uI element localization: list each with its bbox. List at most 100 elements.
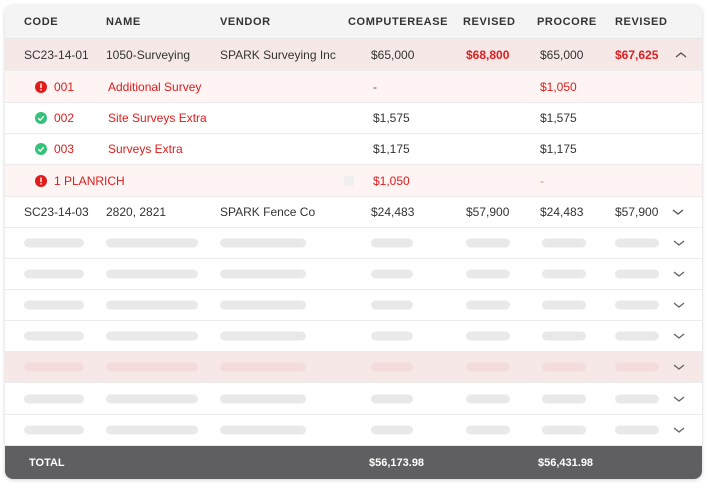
- chevron-down-icon[interactable]: [672, 300, 686, 310]
- skeleton-placeholder: [106, 362, 198, 372]
- row-vendor: SPARK Fence Co: [220, 205, 316, 219]
- skeleton-placeholder: [542, 331, 586, 341]
- skeleton-placeholder: [371, 238, 413, 248]
- skeleton-placeholder: [466, 362, 510, 372]
- subrow-name[interactable]: Additional Survey: [108, 80, 201, 94]
- col-header-computerease[interactable]: COMPUTEREASE: [348, 16, 448, 28]
- skeleton-placeholder: [615, 238, 659, 248]
- chevron-up-icon[interactable]: [674, 50, 688, 60]
- chevron-down-icon[interactable]: [672, 425, 686, 435]
- error-icon: [35, 80, 47, 93]
- row-code: SC23-14-03: [24, 205, 89, 219]
- subrow-procore: $1,175: [540, 142, 577, 156]
- skeleton-placeholder: [106, 269, 198, 279]
- skeleton-placeholder: [106, 331, 198, 341]
- skeleton-placeholder: [106, 425, 198, 435]
- col-header-revised-procore[interactable]: REVISED: [615, 16, 668, 28]
- col-header-vendor[interactable]: VENDOR: [220, 16, 271, 28]
- row-revised-procore: $57,900: [615, 205, 659, 219]
- skeleton-placeholder: [24, 362, 84, 372]
- chevron-down-icon[interactable]: [672, 238, 686, 248]
- skeleton-placeholder: [371, 331, 413, 341]
- subrow-procore: $1,050: [540, 79, 577, 94]
- skeleton-placeholder: [371, 362, 413, 372]
- row-revised-computerease: $68,800: [466, 47, 510, 62]
- skeleton-placeholder: [106, 394, 198, 404]
- subrow-name[interactable]: Site Surveys Extra: [108, 111, 207, 125]
- chevron-down-icon[interactable]: [672, 394, 686, 404]
- subrow-computerease: $1,575: [373, 111, 410, 125]
- loading-row[interactable]: [5, 228, 702, 260]
- skeleton-placeholder: [106, 238, 198, 248]
- skeleton-placeholder: [371, 269, 413, 279]
- check-icon: [35, 112, 47, 124]
- skeleton-placeholder: [220, 238, 306, 248]
- skeleton-placeholder: [615, 269, 659, 279]
- row-checkbox[interactable]: [344, 175, 354, 186]
- table-subrow: 1 PLANRICH $1,050 -: [5, 165, 702, 197]
- row-computerease: $65,000: [371, 47, 415, 62]
- skeleton-placeholder: [466, 269, 510, 279]
- subrow-name[interactable]: Surveys Extra: [108, 142, 183, 156]
- skeleton-placeholder: [542, 394, 586, 404]
- chevron-down-icon[interactable]: [672, 269, 686, 279]
- row-code: SC23-14-01: [24, 47, 89, 62]
- table-row-group[interactable]: SC23-14-01 1050-Surveying SPARK Surveyin…: [5, 39, 702, 71]
- row-revised-procore: $67,625: [615, 47, 659, 62]
- skeleton-placeholder: [106, 300, 198, 310]
- subrow-code[interactable]: 002: [54, 111, 74, 125]
- table-header: CODE NAME VENDOR COMPUTEREASE REVISED PR…: [5, 5, 702, 39]
- total-computerease: $56,173.98: [369, 456, 425, 469]
- skeleton-placeholder: [220, 425, 306, 435]
- skeleton-placeholder: [615, 300, 659, 310]
- table-footer-total: TOTAL $56,173.98 $56,431.98: [5, 446, 702, 479]
- table-row-group[interactable]: SC23-14-03 2820, 2821 SPARK Fence Co $24…: [5, 197, 702, 228]
- loading-row[interactable]: [5, 290, 702, 322]
- col-header-revised-computerease[interactable]: REVISED: [463, 16, 516, 28]
- loading-row[interactable]: [5, 352, 702, 384]
- skeleton-placeholder: [466, 300, 510, 310]
- skeleton-placeholder: [24, 269, 84, 279]
- col-header-name[interactable]: NAME: [106, 16, 141, 28]
- col-header-code[interactable]: CODE: [24, 16, 58, 28]
- skeleton-placeholder: [24, 331, 84, 341]
- loading-row[interactable]: [5, 259, 702, 291]
- row-name: 1050-Surveying: [106, 47, 191, 62]
- loading-row[interactable]: [5, 384, 702, 415]
- col-header-procore[interactable]: PROCORE: [537, 16, 597, 28]
- skeleton-placeholder: [466, 394, 510, 404]
- subrow-computerease: $1,175: [373, 142, 410, 156]
- table-subrow: 002 Site Surveys Extra $1,575 $1,575: [5, 103, 702, 134]
- total-procore: $56,431.98: [538, 456, 594, 469]
- skeleton-placeholder: [542, 238, 586, 248]
- skeleton-placeholder: [220, 331, 306, 341]
- row-procore: $65,000: [540, 47, 584, 62]
- subrow-code[interactable]: 1 PLANRICH: [54, 174, 125, 188]
- chevron-down-icon[interactable]: [671, 207, 685, 217]
- subrow-procore: -: [540, 173, 544, 188]
- skeleton-placeholder: [542, 362, 586, 372]
- subrow-code[interactable]: 003: [54, 142, 74, 156]
- loading-row[interactable]: [5, 415, 702, 446]
- row-vendor: SPARK Surveying Inc: [220, 47, 336, 62]
- row-procore: $24,483: [540, 205, 584, 219]
- chevron-down-icon[interactable]: [672, 331, 686, 341]
- skeleton-placeholder: [371, 300, 413, 310]
- loading-row[interactable]: [5, 321, 702, 353]
- check-icon: [35, 143, 47, 155]
- chevron-down-icon[interactable]: [672, 362, 686, 372]
- skeleton-placeholder: [220, 394, 306, 404]
- skeleton-placeholder: [220, 269, 306, 279]
- table-subrow: 001 Additional Survey - $1,050: [5, 71, 702, 103]
- skeleton-placeholder: [24, 394, 84, 404]
- reconciliation-table: CODE NAME VENDOR COMPUTEREASE REVISED PR…: [5, 5, 702, 479]
- skeleton-placeholder: [542, 269, 586, 279]
- skeleton-placeholder: [220, 362, 306, 372]
- subrow-procore: $1,575: [540, 111, 577, 125]
- skeleton-placeholder: [371, 425, 413, 435]
- skeleton-placeholder: [615, 362, 659, 372]
- skeleton-placeholder: [615, 331, 659, 341]
- total-label: TOTAL: [29, 456, 65, 469]
- row-revised-computerease: $57,900: [466, 205, 510, 219]
- subrow-code[interactable]: 001: [54, 80, 74, 94]
